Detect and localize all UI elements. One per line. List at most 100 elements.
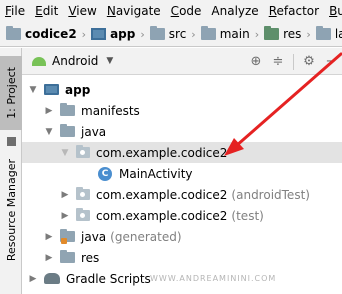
menu-analyze[interactable]: Analyze	[206, 0, 263, 22]
chevron-down-icon[interactable]: ▼	[106, 56, 113, 66]
folder-icon	[149, 26, 165, 40]
menu-bar: File Edit View Navigate Code Analyze Ref…	[0, 0, 342, 22]
breadcrumb-src[interactable]: src	[149, 26, 187, 41]
tab-resource-manager-label: Resource Manager	[4, 158, 18, 262]
menu-edit-mnemonic: E	[35, 4, 43, 18]
breadcrumb-separator-icon: ›	[140, 27, 145, 41]
tree-node-app[interactable]: ▼ app	[22, 79, 342, 100]
panel-toolbar: ⊕ ≑ ⚙ −	[245, 48, 342, 75]
tree-node-java[interactable]: ▼ java	[22, 121, 342, 142]
resource-folder-icon	[264, 26, 280, 40]
module-icon	[91, 28, 107, 40]
package-icon	[76, 187, 90, 200]
breadcrumb-layout-label: layo	[334, 27, 342, 41]
breadcrumb-main-label: main	[219, 27, 250, 41]
gradle-icon	[44, 273, 60, 284]
tree-node-label: com.example.codice2	[96, 187, 228, 202]
generated-folder-icon	[60, 229, 75, 244]
tree-node-label: java	[81, 229, 107, 244]
collapse-all-icon[interactable]: ≑	[267, 51, 289, 73]
menu-edit[interactable]: Edit	[30, 0, 63, 22]
project-tool-icon	[0, 132, 22, 146]
menu-build[interactable]: Bu	[324, 0, 342, 22]
project-folder-icon	[6, 26, 21, 40]
menu-code[interactable]: Code	[166, 0, 207, 22]
breadcrumb-project-label: codice2	[25, 27, 77, 41]
menu-code-label: ode	[179, 4, 202, 18]
breadcrumb-app-label: app	[110, 27, 136, 41]
tree-node-label: java	[81, 124, 107, 139]
left-tool-strip: 1: Project Resource Manager	[0, 48, 22, 294]
tree-node-label: Gradle Scripts	[66, 271, 151, 286]
collapsed-arrow-icon[interactable]: ▶	[60, 190, 70, 200]
folder-icon	[60, 124, 75, 137]
collapsed-arrow-icon[interactable]: ▶	[60, 211, 70, 221]
menu-navigate-mnemonic: N	[106, 4, 116, 18]
breadcrumb: codice2 › app › src › main › res › layo	[0, 22, 342, 47]
breadcrumb-project[interactable]: codice2	[6, 26, 77, 41]
crosshair-icon[interactable]: ⊕	[245, 51, 267, 73]
menu-file-label: ile	[11, 4, 26, 18]
menu-file[interactable]: File	[0, 0, 30, 22]
menu-refactor[interactable]: Refactor	[264, 0, 324, 22]
folder-icon	[200, 26, 216, 40]
tree-node-res[interactable]: ▶ res	[22, 247, 342, 268]
tree-node-mainactivity[interactable]: C MainActivity	[22, 163, 342, 184]
tree-node-label: com.example.codice2	[96, 208, 228, 223]
breadcrumb-separator-icon: ›	[81, 27, 87, 41]
tree-node-suffix: (androidTest)	[231, 187, 310, 202]
view-mode-selector[interactable]: Android	[52, 54, 98, 68]
tree-node-suffix: (generated)	[110, 229, 182, 244]
gear-icon[interactable]: ⚙	[298, 51, 320, 73]
expanded-arrow-icon[interactable]: ▼	[28, 85, 38, 95]
tab-project[interactable]: 1: Project	[0, 56, 22, 130]
minimize-icon[interactable]: −	[320, 51, 342, 73]
breadcrumb-app[interactable]: app	[91, 27, 135, 41]
menu-code-mnemonic: C	[170, 4, 180, 18]
tree-node-suffix: (test)	[231, 208, 264, 223]
menu-navigate-label: avigate	[115, 4, 161, 18]
module-icon	[44, 84, 59, 95]
project-tree: ▼ app ▶ manifests ▼ java ▼ com.example.c…	[22, 77, 342, 294]
tree-node-label: MainActivity	[119, 166, 193, 181]
expanded-arrow-icon[interactable]: ▼	[44, 127, 54, 137]
breadcrumb-layout[interactable]: layo	[315, 26, 342, 41]
tree-node-manifests[interactable]: ▶ manifests	[22, 100, 342, 121]
tab-project-label: 1: Project	[4, 67, 18, 119]
expanded-arrow-icon[interactable]: ▼	[60, 148, 70, 158]
resource-folder-icon	[60, 250, 75, 263]
menu-view[interactable]: View	[63, 0, 101, 22]
menu-refactor-mnemonic: R	[268, 4, 277, 18]
watermark-text: WWW.ANDREAMININI.COM	[150, 274, 277, 283]
collapsed-arrow-icon[interactable]: ▶	[44, 232, 54, 242]
collapsed-arrow-icon[interactable]: ▶	[28, 274, 38, 284]
android-icon	[32, 56, 46, 66]
menu-analyze-label: Analyze	[211, 4, 259, 18]
menu-edit-label: dit	[42, 4, 59, 18]
menu-refactor-label: efactor	[276, 4, 320, 18]
folder-icon	[60, 103, 75, 116]
class-icon: C	[98, 166, 112, 181]
breadcrumb-main[interactable]: main	[200, 26, 250, 41]
tree-node-java-generated[interactable]: ▶ java (generated)	[22, 226, 342, 247]
breadcrumb-separator-icon: ›	[306, 27, 311, 41]
breadcrumb-separator-icon: ›	[191, 27, 196, 41]
breadcrumb-src-label: src	[168, 27, 187, 41]
tree-node-label: com.example.codice2	[96, 145, 228, 160]
menu-build-label: u	[337, 4, 342, 18]
package-icon	[76, 145, 90, 158]
collapsed-arrow-icon[interactable]: ▶	[44, 106, 54, 116]
tab-resource-manager[interactable]: Resource Manager	[0, 150, 22, 270]
tree-node-package-test[interactable]: ▶ com.example.codice2 (test)	[22, 205, 342, 226]
project-square-icon	[6, 136, 16, 146]
breadcrumb-res-label: res	[283, 27, 302, 41]
tree-node-package-androidtest[interactable]: ▶ com.example.codice2 (androidTest)	[22, 184, 342, 205]
package-icon	[76, 208, 90, 221]
project-panel-header: Android ▼ ⊕ ≑ ⚙ −	[22, 48, 342, 75]
tree-node-package-main[interactable]: ▼ com.example.codice2	[22, 142, 342, 163]
breadcrumb-separator-icon: ›	[254, 27, 260, 41]
collapsed-arrow-icon[interactable]: ▶	[44, 253, 54, 263]
menu-navigate[interactable]: Navigate	[102, 0, 166, 22]
breadcrumb-res[interactable]: res	[264, 26, 302, 41]
tree-node-label: res	[81, 250, 100, 265]
